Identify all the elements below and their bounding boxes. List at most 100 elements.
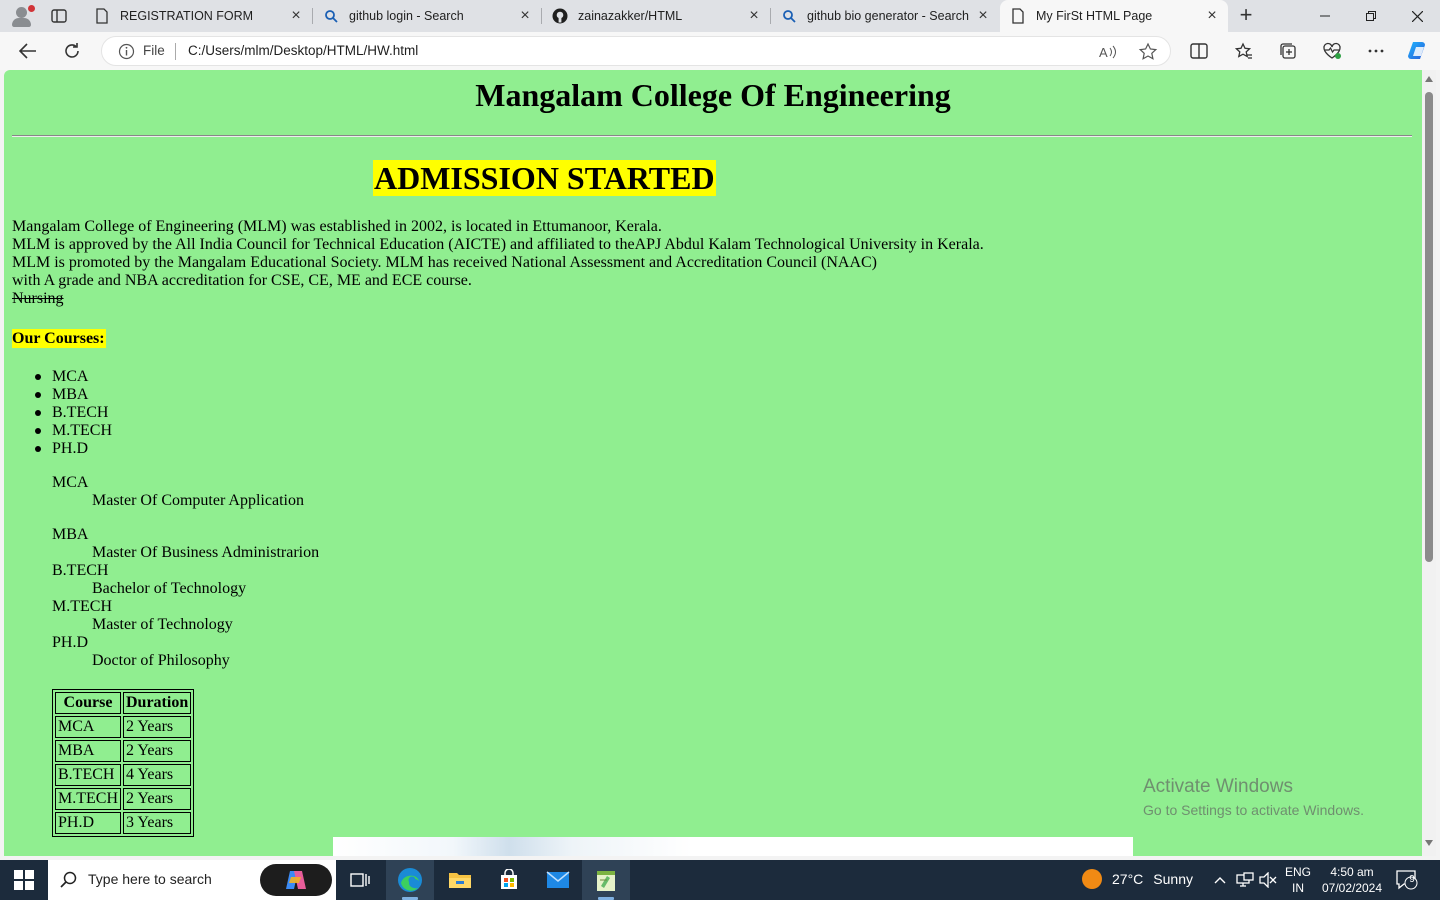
more-dots-icon bbox=[1368, 49, 1384, 53]
taskbar-search-box[interactable]: Type here to search bbox=[48, 860, 336, 900]
column-header: Course bbox=[55, 692, 121, 714]
avatar-icon bbox=[16, 7, 27, 18]
close-window-button[interactable] bbox=[1394, 0, 1440, 32]
file-explorer-taskbar-button[interactable] bbox=[436, 860, 484, 900]
mail-taskbar-button[interactable] bbox=[534, 860, 582, 900]
table-cell: PH.D bbox=[55, 812, 121, 834]
table-cell: 2 Years bbox=[123, 716, 192, 738]
address-bar[interactable]: File C:/Users/mlm/Desktop/HTML/HW.html A bbox=[101, 36, 1171, 66]
intro-paragraph: Mangalam College of Engineering (MLM) wa… bbox=[12, 218, 984, 308]
search-icon bbox=[323, 8, 339, 24]
browser-essentials-button[interactable] bbox=[1318, 38, 1346, 64]
weather-widget[interactable]: 27°C Sunny bbox=[1082, 869, 1193, 889]
edge-taskbar-button[interactable] bbox=[386, 860, 434, 900]
tab-title: My FirSt HTML Page bbox=[1036, 9, 1153, 23]
search-placeholder: Type here to search bbox=[88, 871, 212, 887]
table-row: M.TECH 2 Years bbox=[55, 788, 192, 810]
search-icon bbox=[60, 871, 77, 888]
task-view-button[interactable] bbox=[336, 860, 384, 900]
scheme-label: File bbox=[143, 43, 165, 58]
list-item: PH.D bbox=[35, 440, 112, 458]
table-cell: B.TECH bbox=[55, 764, 121, 786]
notifications-button[interactable]: 9 bbox=[1396, 870, 1418, 890]
new-tab-button[interactable]: + bbox=[1234, 4, 1258, 28]
collections-button[interactable] bbox=[1274, 38, 1302, 64]
copilot-button[interactable] bbox=[1404, 38, 1432, 64]
scrollbar-thumb[interactable] bbox=[1425, 92, 1433, 562]
table-cell: 3 Years bbox=[123, 812, 192, 834]
notepad-plus-taskbar-button[interactable] bbox=[582, 860, 630, 900]
read-aloud-icon[interactable]: A bbox=[1098, 42, 1118, 62]
url-text[interactable]: C:/Users/mlm/Desktop/HTML/HW.html bbox=[188, 43, 418, 58]
profile-avatar-button[interactable] bbox=[8, 3, 36, 29]
tab-github-repo[interactable]: zainazakker/HTML × bbox=[542, 0, 770, 32]
scroll-up-arrow-icon[interactable] bbox=[1425, 76, 1433, 82]
restore-icon bbox=[1366, 11, 1376, 21]
intro-line: MLM is approved by the All India Council… bbox=[12, 236, 984, 253]
refresh-icon bbox=[65, 43, 79, 58]
clock[interactable]: 4:50 am 07/02/2024 bbox=[1318, 864, 1386, 896]
back-button[interactable] bbox=[14, 38, 42, 64]
tab-actions-button[interactable] bbox=[50, 7, 68, 25]
vertical-scrollbar[interactable] bbox=[1422, 70, 1436, 856]
tab-title: github bio generator - Search bbox=[807, 9, 969, 23]
weather-condition: Sunny bbox=[1153, 871, 1193, 887]
volume-button[interactable] bbox=[1258, 870, 1278, 890]
scroll-down-arrow-icon[interactable] bbox=[1425, 840, 1433, 846]
close-icon[interactable]: × bbox=[517, 7, 533, 24]
definition-desc: Master Of Business Administrarion bbox=[92, 544, 320, 561]
definition-term: MBA bbox=[52, 526, 89, 543]
clock-time: 4:50 am bbox=[1330, 865, 1374, 879]
tab-strip: REGISTRATION FORM × github login - Searc… bbox=[0, 0, 1440, 32]
show-hidden-icons-button[interactable] bbox=[1210, 870, 1230, 890]
horizontal-rule bbox=[12, 135, 1412, 137]
close-icon[interactable]: × bbox=[1204, 7, 1220, 24]
struck-text: Nursing bbox=[12, 290, 64, 307]
watermark-title: Activate Windows bbox=[1143, 776, 1293, 797]
close-icon[interactable]: × bbox=[746, 7, 762, 24]
close-icon[interactable]: × bbox=[975, 7, 991, 24]
clock-date: 07/02/2024 bbox=[1321, 881, 1383, 895]
favorites-icon bbox=[1235, 42, 1252, 59]
definition-desc: Doctor of Philosophy bbox=[92, 652, 230, 669]
tab-title: zainazakker/HTML bbox=[578, 9, 683, 23]
split-screen-button[interactable] bbox=[1185, 38, 1213, 64]
minimize-button[interactable] bbox=[1302, 0, 1348, 32]
network-icon bbox=[1236, 872, 1254, 887]
tab-registration-form[interactable]: REGISTRATION FORM × bbox=[84, 0, 312, 32]
refresh-button[interactable] bbox=[58, 38, 86, 64]
language-indicator[interactable]: ENG IN bbox=[1284, 864, 1312, 896]
page-icon bbox=[1010, 8, 1026, 24]
notification-dot bbox=[28, 5, 35, 12]
favorites-button[interactable] bbox=[1230, 38, 1258, 64]
admission-banner: ADMISSION STARTED bbox=[373, 160, 716, 196]
windows-start-icon[interactable] bbox=[14, 870, 34, 890]
copilot-search-button[interactable] bbox=[260, 864, 332, 896]
close-icon[interactable]: × bbox=[288, 7, 304, 24]
definition-list: MBA Master Of Business Administrarion B.… bbox=[52, 526, 319, 670]
table-cell: 4 Years bbox=[123, 764, 192, 786]
definition-desc: Master Of Computer Application bbox=[92, 492, 304, 509]
copilot-icon bbox=[1408, 42, 1425, 59]
definition-term: M.TECH bbox=[52, 598, 112, 615]
settings-more-button[interactable] bbox=[1362, 38, 1390, 64]
campus-image bbox=[333, 837, 1133, 856]
tab-github-bio-search[interactable]: github bio generator - Search × bbox=[771, 0, 999, 32]
courses-heading: Our Courses: bbox=[12, 329, 106, 348]
store-taskbar-button[interactable] bbox=[485, 860, 533, 900]
tab-github-login-search[interactable]: github login - Search × bbox=[313, 0, 541, 32]
intro-line: with A grade and NBA accreditation for C… bbox=[12, 272, 472, 289]
sun-icon bbox=[1082, 869, 1102, 889]
table-cell: M.TECH bbox=[55, 788, 121, 810]
heart-pulse-icon bbox=[1323, 42, 1341, 59]
definition-mca: MCA Master Of Computer Application bbox=[52, 474, 304, 510]
github-icon bbox=[552, 8, 568, 24]
info-icon[interactable] bbox=[118, 43, 135, 60]
definition-term: B.TECH bbox=[52, 562, 109, 579]
favorite-star-icon[interactable] bbox=[1138, 42, 1158, 62]
activate-windows-watermark: Activate Windows Go to Settings to activ… bbox=[1143, 776, 1364, 818]
tab-my-first-html-page[interactable]: My FirSt HTML Page × bbox=[1000, 0, 1228, 32]
restore-button[interactable] bbox=[1348, 0, 1394, 32]
network-button[interactable] bbox=[1235, 870, 1255, 890]
table-row: MCA 2 Years bbox=[55, 716, 192, 738]
